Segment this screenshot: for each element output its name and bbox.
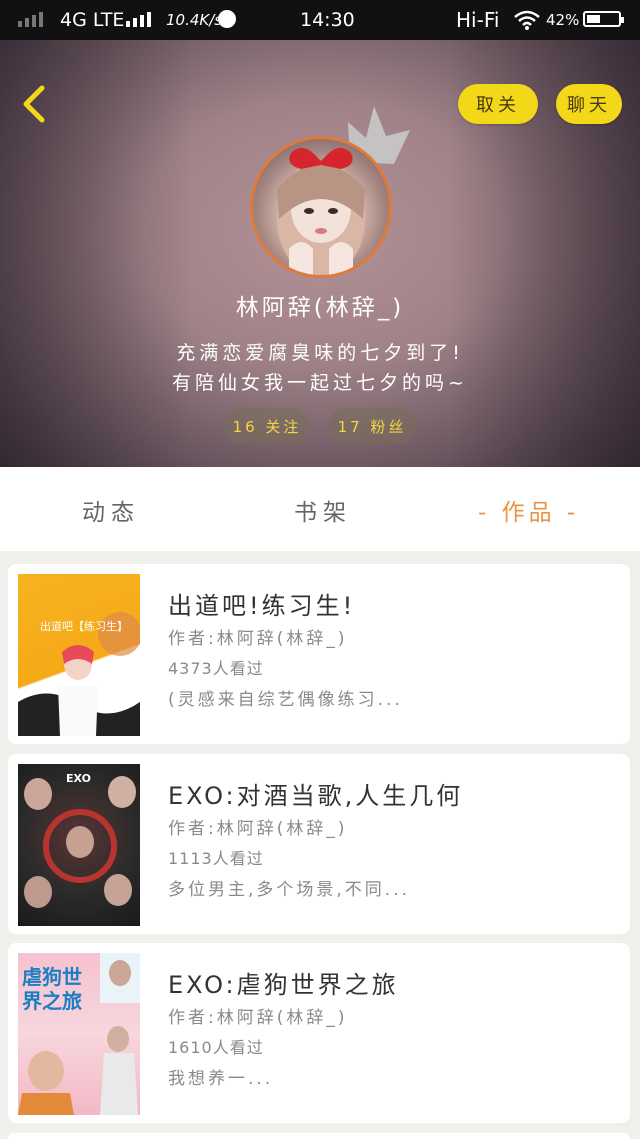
- status-bar: 4G LTE 10.4K/s 14:30 Hi-Fi 42%: [0, 0, 640, 40]
- battery-percent: 42%: [546, 11, 580, 29]
- book-cover: 出道吧【练习生】: [18, 574, 140, 736]
- list-item[interactable]: 虐狗世界之旅 EXO:虐狗世界之旅 作者:林阿辞(林辞_) 1610人看过 我想…: [8, 943, 630, 1123]
- cover-title: 出道吧【练习生】: [40, 620, 128, 633]
- work-author: 作者:林阿辞(林辞_): [168, 819, 348, 839]
- hifi-indicator: Hi-Fi: [456, 8, 500, 32]
- cover-art: [24, 776, 136, 908]
- chat-button[interactable]: 聊天: [556, 84, 622, 124]
- username: 林阿辞(林辞_): [235, 295, 405, 321]
- profile-header: 取关 聊天 林阿辞(林辞_) 充满恋爱腐臭味的七夕到了! 有陪仙女我一起过七夕的…: [0, 40, 640, 467]
- bio: 充满恋爱腐臭味的七夕到了! 有陪仙女我一起过七夕的吗~: [0, 338, 640, 398]
- work-title: 出道吧!练习生!: [168, 592, 356, 620]
- following-count[interactable]: 16 关注: [224, 408, 310, 444]
- work-author: 作者:林阿辞(林辞_): [168, 1008, 348, 1028]
- list-item[interactable]: 出道吧【练习生】 出道吧!练习生! 作者:林阿辞(林辞_) 4373人看过 (灵…: [8, 564, 630, 744]
- network-type: 4G LTE: [60, 9, 125, 31]
- work-views: 1610人看过: [168, 1038, 264, 1057]
- tab-works[interactable]: - 作品 -: [478, 493, 579, 527]
- avatar[interactable]: [250, 136, 392, 278]
- signal-sim1-icon: [18, 12, 43, 27]
- work-title: EXO:对酒当歌,人生几何: [168, 782, 464, 810]
- network-speed: 10.4K/s: [166, 11, 223, 29]
- next-list-item-edge: [8, 1133, 630, 1139]
- battery-fill: [587, 15, 600, 23]
- clock: 14:30: [300, 9, 355, 31]
- work-description: (灵感来自综艺偶像练习...: [168, 690, 403, 710]
- work-title: EXO:虐狗世界之旅: [168, 971, 399, 999]
- work-description: 我想养一...: [168, 1069, 274, 1089]
- list-item[interactable]: EXO EXO:对酒当歌,人生几何 作者:林阿辞(林辞_) 1113人看过 多位…: [8, 754, 630, 934]
- work-description: 多位男主,多个场景,不同...: [168, 880, 411, 900]
- profile-tabs: 动态 书架 - 作品 -: [0, 467, 640, 551]
- fans-count[interactable]: 17 粉丝: [328, 408, 416, 444]
- wifi-icon: [514, 10, 540, 30]
- work-views: 1113人看过: [168, 849, 264, 868]
- cover-art: [18, 612, 140, 736]
- cover-title: EXO: [66, 772, 91, 785]
- unfollow-button[interactable]: 取关: [458, 84, 538, 124]
- signal-sim2-icon: [126, 12, 151, 27]
- bio-line-1: 充满恋爱腐臭味的七夕到了!: [176, 342, 464, 364]
- back-arrow-icon[interactable]: [14, 80, 58, 128]
- tab-dynamics[interactable]: 动态: [82, 493, 140, 527]
- avatar-portrait: [277, 147, 365, 275]
- book-cover: EXO: [18, 764, 140, 926]
- cover-title: 虐狗世界之旅: [22, 965, 82, 1013]
- work-author: 作者:林阿辞(林辞_): [168, 629, 348, 649]
- work-views: 4373人看过: [168, 659, 264, 678]
- battery-icon: [583, 11, 624, 27]
- bio-line-2: 有陪仙女我一起过七夕的吗~: [172, 372, 468, 394]
- book-cover: 虐狗世界之旅: [18, 953, 140, 1115]
- tab-bookshelf[interactable]: 书架: [294, 493, 352, 527]
- data-saver-icon: [218, 10, 236, 28]
